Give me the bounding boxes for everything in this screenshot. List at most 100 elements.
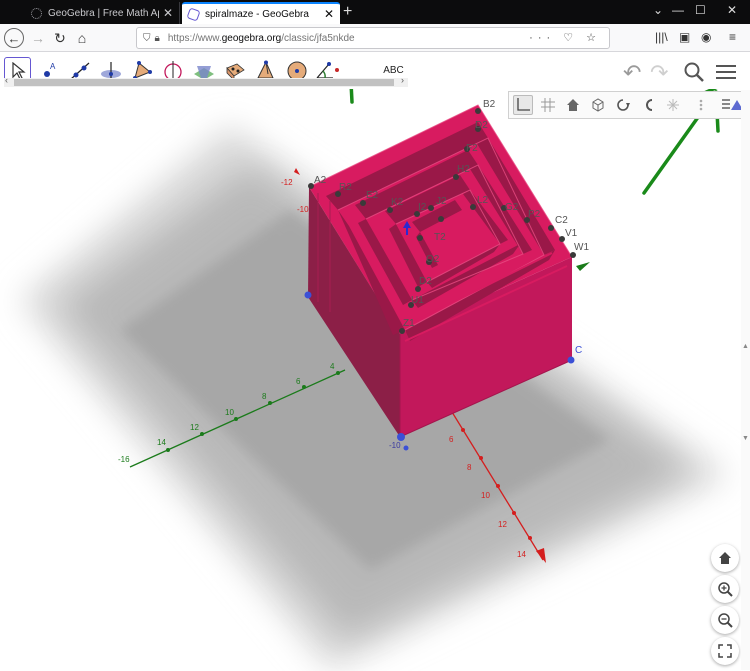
point-label: T2 [434, 232, 446, 243]
point-label: D2 [475, 120, 488, 131]
x-tick-label: 8 [467, 463, 472, 472]
url-domain: geogebra.org [221, 32, 282, 44]
close-tab-icon[interactable]: ✕ [163, 6, 173, 20]
standard-view-fab[interactable] [711, 544, 739, 572]
svg-text:A: A [50, 62, 56, 71]
point-label: W1 [574, 242, 589, 253]
toolbar-scrollbar[interactable]: ‹ › [4, 75, 408, 87]
rotate-icon [617, 99, 630, 111]
projection-button[interactable] [663, 95, 683, 115]
undo-button[interactable]: ↶ [623, 60, 641, 86]
fullscreen-button[interactable] [711, 637, 739, 665]
y-tick-label: 4 [330, 362, 335, 371]
scroll-up-icon[interactable]: ▲ [742, 343, 749, 350]
url-path: /classic/jfa5nkde [281, 32, 355, 44]
y-tick-label: 10 [225, 408, 234, 417]
graphics-style-bar [508, 91, 750, 119]
graphics-3d-view[interactable]: -16 14 12 10 8 6 4 6 8 10 12 14 -12 -10 … [0, 89, 741, 671]
point-label: G2 [505, 202, 519, 213]
point-label: U1 [411, 295, 424, 306]
point-label: E2 [366, 190, 379, 201]
clipping-button[interactable] [588, 95, 608, 115]
x-tick-label: 10 [481, 491, 490, 500]
minimize-button[interactable]: — [672, 3, 684, 17]
toggle-axes-button[interactable] [513, 95, 533, 115]
view-direction-button[interactable] [638, 95, 658, 115]
library-icon[interactable]: |||\ [655, 30, 668, 44]
y-tick-label: 6 [296, 377, 301, 386]
address-bar[interactable]: ⛉ 🔒︎ https://www. geogebra.org/classic/jf… [136, 27, 610, 49]
view-direction-icon [646, 99, 653, 111]
scrollbar-thumb[interactable] [14, 79, 394, 86]
forward-button[interactable]: → [28, 28, 48, 48]
point-label: I2 [418, 202, 427, 213]
scroll-right-icon[interactable]: › [401, 75, 404, 85]
axes-icon [517, 98, 530, 111]
point-label: O2 [426, 254, 440, 265]
loading-icon [31, 7, 42, 19]
point-label: R2 [339, 182, 352, 193]
point-label: F2 [466, 143, 478, 154]
search-icon [684, 62, 704, 82]
search-button[interactable] [682, 60, 706, 89]
reload-button[interactable]: ↻ [50, 28, 70, 48]
point-label: J2 [436, 196, 447, 207]
dots-icon [699, 99, 703, 111]
close-tab-icon[interactable]: ✕ [324, 7, 334, 21]
chevron-down-icon[interactable]: ⌄ [653, 3, 663, 17]
point-label: B2 [483, 99, 496, 110]
x-tick-label: 14 [517, 550, 526, 559]
point-label: K2 [391, 197, 404, 208]
point-label: H2 [457, 164, 470, 175]
point-label: L2 [477, 195, 489, 206]
toggle-style-bar-button[interactable] [721, 95, 741, 115]
sidebar-icon[interactable]: ▣ [679, 30, 690, 44]
redo-button[interactable]: ↷ [650, 60, 668, 86]
fullscreen-icon [718, 644, 732, 658]
point-label: P2 [528, 209, 541, 220]
page-scrollbar[interactable]: ▲ ▼ [741, 90, 750, 670]
new-tab-button[interactable]: + [343, 3, 352, 21]
tab-label: GeoGebra | Free Math Apps - u [48, 7, 159, 19]
zoom-out-button[interactable] [711, 606, 739, 634]
scroll-left-icon[interactable]: ‹ [5, 75, 8, 85]
x-tick-label: 12 [498, 520, 507, 529]
point-label: Z1 [403, 318, 415, 329]
home-button[interactable]: ⌂ [72, 28, 92, 48]
y-tick-label: 12 [190, 423, 199, 432]
account-icon[interactable]: ◉ [701, 30, 711, 44]
point-label: C2 [555, 215, 568, 226]
cursor-arrow-icon [11, 61, 26, 80]
shield-icon[interactable]: ⛉ [143, 33, 151, 44]
zoom-in-button[interactable] [711, 575, 739, 603]
maximize-button[interactable]: ☐ [695, 3, 706, 17]
scroll-down-icon[interactable]: ▼ [742, 435, 749, 442]
more-options-button[interactable] [691, 95, 711, 115]
point-label: A2 [314, 175, 327, 186]
navigation-bar: ← → ↻ ⌂ ⛉ 🔒︎ https://www. geogebra.org/cl… [0, 24, 750, 52]
y-tick-label: 8 [262, 392, 267, 401]
home-icon [567, 99, 579, 111]
rotate-view-button[interactable] [613, 95, 633, 115]
app-menu-button[interactable] [714, 62, 738, 87]
grid-icon [541, 98, 555, 112]
geogebra-logo-icon [186, 6, 201, 22]
x-tick-label: 6 [449, 435, 454, 444]
cube-icon [592, 98, 604, 112]
standard-view-button[interactable] [563, 95, 583, 115]
lock-icon[interactable]: 🔒︎ [155, 33, 160, 44]
style-bar-icon [722, 99, 741, 110]
y-tick-label: 14 [157, 438, 166, 447]
toggle-grid-button[interactable] [538, 95, 558, 115]
browser-menu-icon[interactable]: ≡ [729, 30, 736, 44]
page-actions[interactable]: ··· ♡ ☆ [529, 31, 601, 44]
z-tick-label: -10 [297, 205, 309, 214]
back-button[interactable]: ← [4, 28, 24, 48]
close-window-button[interactable]: ✕ [727, 3, 737, 17]
tab-geogebra-home[interactable]: GeoGebra | Free Math Apps - u ✕ [25, 2, 180, 24]
y-axis-arrow [576, 262, 590, 271]
hamburger-menu-icon [716, 65, 736, 79]
tab-spiralmaze[interactable]: spiralmaze - GeoGebra ✕ [182, 2, 340, 24]
zoom-out-icon [718, 613, 733, 628]
z-tick-label: -10 [389, 441, 401, 450]
